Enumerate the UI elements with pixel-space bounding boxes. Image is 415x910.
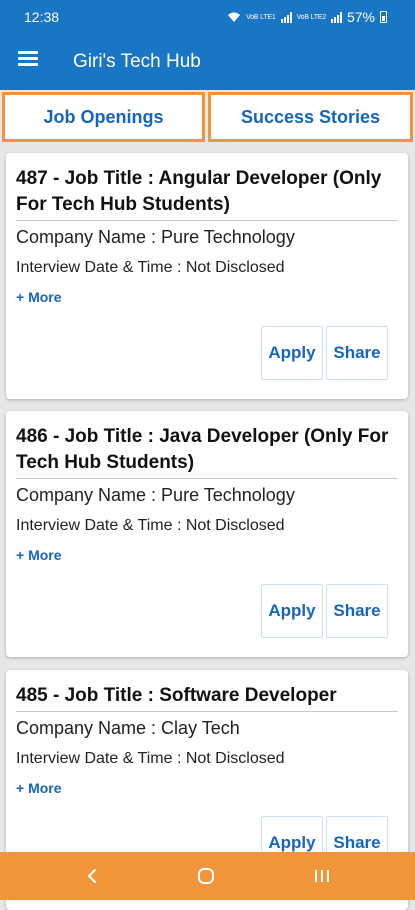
signal-label-1: VoB LTE1	[246, 13, 276, 21]
company-name: Company Name : Pure Technology	[16, 227, 295, 247]
share-button[interactable]: Share	[326, 584, 388, 638]
signal-label-2: VoB LTE2	[296, 13, 327, 21]
battery-icon	[380, 11, 387, 23]
app-bar: Giri's Tech Hub	[0, 32, 415, 90]
status-icons: VoB LTE1 VoB LTE2 57%	[227, 9, 387, 25]
back-icon[interactable]	[84, 867, 102, 885]
job-card: 487 - Job Title : Angular Developer (Onl…	[6, 153, 408, 399]
more-link[interactable]: + More	[16, 547, 62, 563]
status-time: 12:38	[24, 9, 60, 25]
tab-job-openings[interactable]: Job Openings	[2, 92, 205, 142]
recent-apps-icon[interactable]	[313, 868, 331, 884]
job-title: 486 - Job Title : Java Developer (Only F…	[16, 424, 398, 479]
share-button[interactable]: Share	[326, 326, 388, 380]
apply-button[interactable]: Apply	[261, 584, 323, 638]
job-card: 486 - Job Title : Java Developer (Only F…	[6, 411, 408, 657]
company-name: Company Name : Pure Technology	[16, 485, 295, 505]
interview-date: Interview Date & Time : Not Disclosed	[16, 750, 285, 767]
signal-2-icon	[330, 11, 342, 23]
signal-1-icon	[280, 11, 292, 23]
battery-percent: 57%	[346, 9, 375, 25]
company-name: Company Name : Clay Tech	[16, 718, 240, 738]
status-bar: 12:38 VoB LTE1 VoB LTE2 57%	[0, 0, 415, 32]
job-title: 487 - Job Title : Angular Developer (Onl…	[16, 166, 398, 221]
tab-success-stories[interactable]: Success Stories	[208, 92, 413, 142]
more-link[interactable]: + More	[16, 289, 62, 305]
interview-date: Interview Date & Time : Not Disclosed	[16, 259, 285, 276]
wifi-icon	[228, 12, 241, 22]
tab-bar: Job Openings Success Stories	[0, 92, 415, 144]
system-nav-bar	[0, 852, 415, 900]
app-title: Giri's Tech Hub	[73, 51, 201, 72]
apply-button[interactable]: Apply	[261, 326, 323, 380]
job-title: 485 - Job Title : Software Developer	[16, 683, 398, 712]
interview-date: Interview Date & Time : Not Disclosed	[16, 517, 285, 534]
hamburger-menu-icon[interactable]	[18, 51, 38, 67]
more-link[interactable]: + More	[16, 780, 62, 796]
home-icon[interactable]	[197, 867, 215, 885]
